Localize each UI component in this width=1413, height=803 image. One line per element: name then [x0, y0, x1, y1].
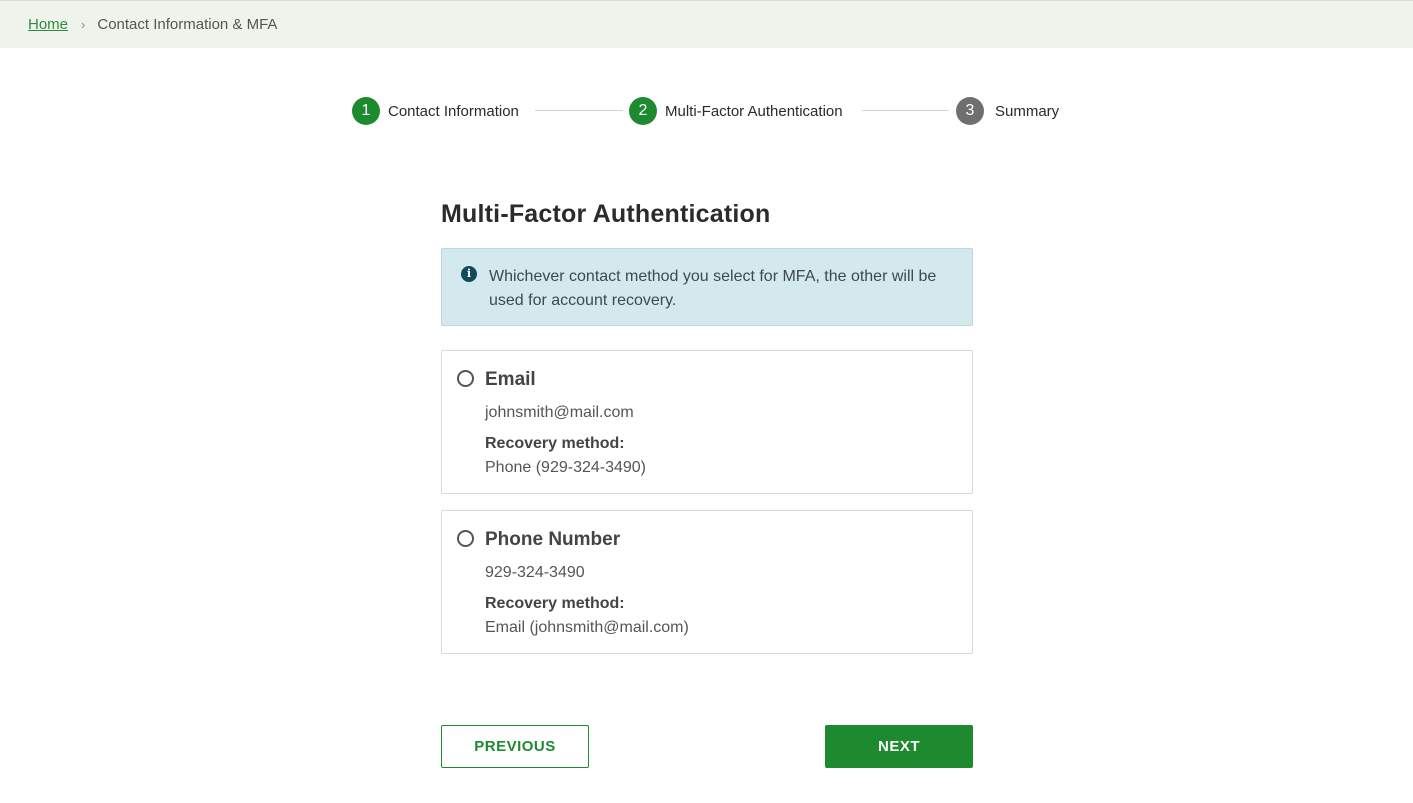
step-connector — [535, 110, 623, 111]
info-alert: i Whichever contact method you select fo… — [441, 248, 973, 326]
option-value: 929-324-3490 — [485, 564, 585, 581]
breadcrumb-current: Contact Information & MFA — [97, 16, 278, 33]
recovery-method-label: Recovery method: — [485, 595, 625, 612]
radio-email[interactable] — [457, 370, 474, 387]
chevron-right-icon: › — [81, 17, 86, 32]
next-button[interactable]: NEXT — [825, 725, 973, 768]
step-multi-factor-authentication: 2 Multi-Factor Authentication — [629, 96, 843, 126]
step-connector — [862, 110, 949, 111]
previous-button[interactable]: PREVIOUS — [441, 725, 589, 768]
radio-phone[interactable] — [457, 530, 474, 547]
option-value: johnsmith@mail.com — [485, 404, 634, 421]
recovery-method-label: Recovery method: — [485, 435, 625, 452]
step-label: Summary — [995, 102, 1060, 120]
info-icon: i — [461, 266, 477, 282]
page-title: Multi-Factor Authentication — [441, 200, 771, 228]
step-label: Contact Information — [388, 102, 519, 120]
mfa-option-phone[interactable]: Phone Number 929-324-3490 Recovery metho… — [441, 510, 973, 654]
progress-stepper: 1 Contact Information 2 Multi-Factor Aut… — [352, 96, 1064, 126]
step-contact-information: 1 Contact Information — [352, 96, 519, 126]
step-number-badge: 3 — [956, 97, 984, 125]
recovery-method-value: Email (johnsmith@mail.com) — [485, 619, 689, 636]
step-label: Multi-Factor Authentication — [665, 102, 843, 120]
breadcrumb: Home › Contact Information & MFA — [0, 0, 1413, 48]
mfa-option-email[interactable]: Email johnsmith@mail.com Recovery method… — [441, 350, 973, 494]
step-number-badge: 1 — [352, 97, 380, 125]
option-title: Phone Number — [485, 529, 621, 550]
mfa-form: Multi-Factor Authentication i Whichever … — [441, 200, 973, 654]
breadcrumb-home-link[interactable]: Home — [28, 16, 68, 33]
option-title: Email — [485, 369, 536, 390]
step-number-badge: 2 — [629, 97, 657, 125]
alert-text: Whichever contact method you select for … — [489, 268, 937, 309]
step-summary: 3 Summary — [956, 96, 1059, 126]
recovery-method-value: Phone (929-324-3490) — [485, 459, 647, 476]
